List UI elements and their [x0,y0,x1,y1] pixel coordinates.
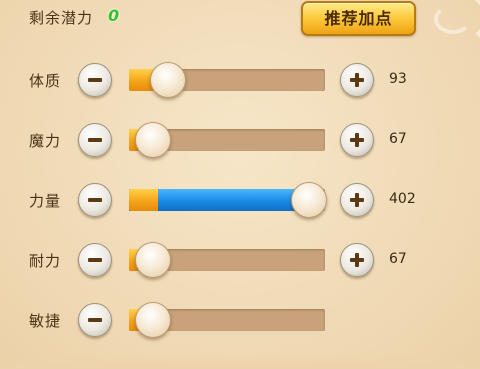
slider-knob[interactable] [135,242,171,278]
decrease-button[interactable] [78,243,112,277]
attribute-row: 力量 402 [0,180,480,220]
attribute-value: 67 [389,251,407,267]
slider-knob[interactable] [135,122,171,158]
recommend-points-button[interactable]: 推荐加点 [301,1,416,36]
decrease-button[interactable] [78,123,112,157]
attribute-row: 体质 93 [0,60,480,100]
slider-knob[interactable] [135,302,171,338]
remaining-potential-value: 0 [108,6,120,25]
attribute-row: 耐力 67 [0,240,480,280]
attribute-row: 敏捷 [0,300,480,340]
decrease-button[interactable] [78,183,112,217]
attribute-row: 魔力 67 [0,120,480,160]
attribute-label: 敏捷 [29,312,62,330]
attribute-label: 耐力 [29,252,62,270]
attribute-value: 93 [389,71,407,87]
attribute-label: 魔力 [29,132,62,150]
bottom-fade [0,355,480,369]
decorative-swirl-small [434,4,472,34]
increase-button[interactable] [340,123,374,157]
slider-fill-base [129,189,158,211]
decrease-button[interactable] [78,303,112,337]
decrease-button[interactable] [78,63,112,97]
attribute-value: 67 [389,131,407,147]
remaining-potential-label: 剩余潜力 [29,9,94,27]
attribute-label: 体质 [29,72,62,90]
attribute-value: 402 [389,191,416,207]
increase-button[interactable] [340,63,374,97]
slider-knob[interactable] [291,182,327,218]
increase-button[interactable] [340,183,374,217]
slider-knob[interactable] [150,62,186,98]
increase-button[interactable] [340,243,374,277]
attribute-label: 力量 [29,192,62,210]
attribute-panel: 剩余潜力 0 推荐加点 体质 93 魔力 67 力量 402 耐力 67 敏捷 [0,0,480,369]
